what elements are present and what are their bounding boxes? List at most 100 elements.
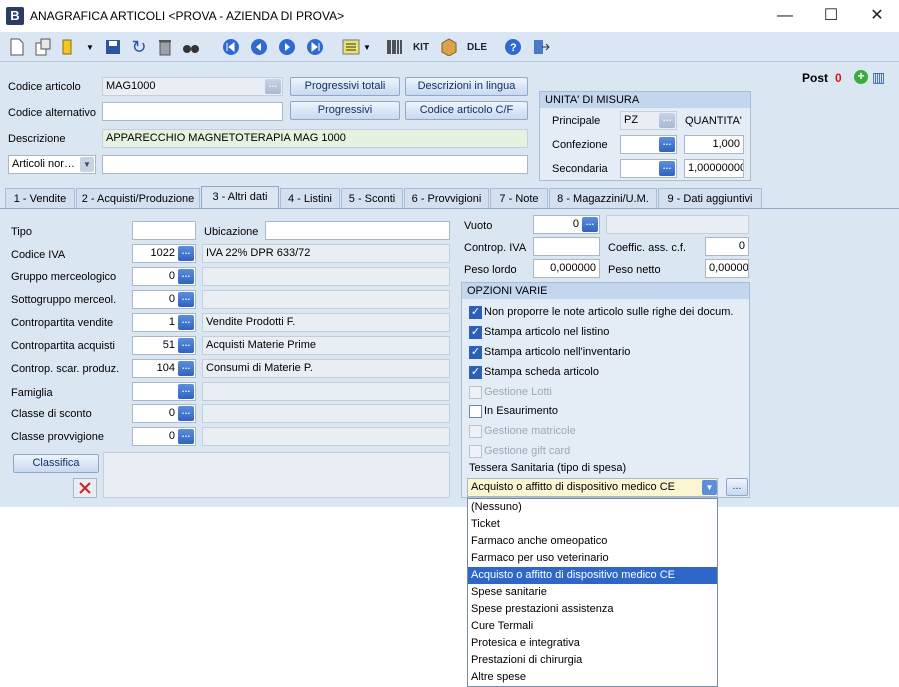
codice-alternativo-field[interactable] — [102, 102, 283, 121]
gruppo-merceologico-label: Gruppo merceologico — [11, 271, 117, 283]
dle-icon[interactable]: DLE — [466, 36, 488, 58]
package-icon[interactable] — [438, 36, 460, 58]
dropdown-option-farmaco[interactable]: Farmaco anche omeopatico — [468, 533, 717, 550]
open-folder-icon[interactable] — [58, 36, 80, 58]
stampa-scheda-checkbox[interactable]: ✓ — [469, 366, 482, 379]
close-button[interactable]: ✕ — [854, 0, 899, 32]
contropartita-acquisti-lookup-icon[interactable]: … — [178, 338, 194, 353]
kit-icon[interactable]: KIT — [410, 36, 432, 58]
post-label: Post — [802, 71, 829, 85]
save-icon[interactable] — [102, 36, 124, 58]
codice-iva-lookup-icon[interactable]: … — [178, 246, 194, 261]
stampa-listino-label: Stampa articolo nel listino — [484, 326, 610, 338]
last-record-icon[interactable] — [304, 36, 326, 58]
controp-scar-produz-label: Controp. scar. produz. — [11, 363, 120, 375]
tessera-sanitaria-select[interactable]: Acquisto o affitto di dispositivo medico… — [467, 478, 718, 497]
stampa-inventario-checkbox[interactable]: ✓ — [469, 346, 482, 359]
in-esaurimento-checkbox[interactable] — [469, 405, 482, 418]
vuoto-label: Vuoto — [464, 220, 493, 232]
undo-icon[interactable]: ↻ — [128, 36, 150, 58]
list-view-icon[interactable] — [340, 36, 362, 58]
next-record-icon[interactable] — [276, 36, 298, 58]
first-record-icon[interactable] — [220, 36, 242, 58]
controp-iva-field[interactable] — [533, 237, 600, 256]
descrizione-field[interactable]: APPARECCHIO MAGNETOTERAPIA MAG 1000 — [102, 129, 528, 148]
codice-articolo-cf-button[interactable]: Codice articolo C/F — [405, 101, 528, 120]
tab-altri-dati[interactable]: 3 - Altri dati — [201, 186, 279, 208]
controp-scar-produz-lookup-icon[interactable]: … — [178, 361, 194, 376]
dropdown-option-ticket[interactable]: Ticket — [468, 516, 717, 533]
classe-sconto-lookup-icon[interactable]: … — [178, 406, 194, 421]
coeff-field[interactable]: 0 — [705, 237, 749, 256]
svg-text:?: ? — [510, 42, 517, 54]
tessera-chevron-down-icon[interactable]: ▼ — [702, 480, 717, 495]
progressivi-button[interactable]: Progressivi — [290, 101, 400, 120]
tab-note[interactable]: 7 - Note — [490, 188, 548, 208]
non-proporre-note-checkbox[interactable]: ✓ — [469, 306, 482, 319]
window-title: ANAGRAFICA ARTICOLI <PROVA - AZIENDA DI … — [30, 9, 345, 23]
tab-acquisti-produzione[interactable]: 2 - Acquisti/Produzione — [76, 188, 200, 208]
sottogruppo-lookup-icon[interactable]: … — [178, 292, 194, 307]
clear-classifica-icon[interactable] — [73, 478, 97, 498]
help-icon[interactable]: ? — [502, 36, 524, 58]
delete-icon[interactable] — [154, 36, 176, 58]
dropdown-option-spese-sanitarie[interactable]: Spese sanitarie — [468, 584, 717, 601]
barcode-icon[interactable] — [384, 36, 406, 58]
dropdown-arrow-icon[interactable]: ▼ — [84, 36, 96, 58]
tab-magazzini-um[interactable]: 8 - Magazzini/U.M. — [549, 188, 657, 208]
dropdown-option-nessuno[interactable]: (Nessuno) — [468, 499, 717, 516]
ubicazione-label: Ubicazione — [204, 226, 259, 238]
codice-iva-label: Codice IVA — [11, 249, 66, 261]
dropdown-option-cure-termali[interactable]: Cure Termali — [468, 618, 717, 635]
secondaria-lookup-icon[interactable]: … — [659, 161, 675, 176]
gruppo-merceologico-lookup-icon[interactable]: … — [178, 269, 194, 284]
classifica-button[interactable]: Classifica — [13, 454, 99, 473]
opzioni-varie-title: OPZIONI VARIE — [462, 283, 749, 299]
contropartita-vendite-lookup-icon[interactable]: … — [178, 315, 194, 330]
tab-dati-aggiuntivi[interactable]: 9 - Dati aggiuntivi — [658, 188, 762, 208]
dropdown-option-dispositivo-medico[interactable]: Acquisto o affitto di dispositivo medico… — [468, 567, 717, 584]
dropdown-option-chirurgia[interactable]: Prestazioni di chirurgia — [468, 652, 717, 669]
new-document-icon[interactable] — [6, 36, 28, 58]
tab-vendite[interactable]: 1 - Vendite — [5, 188, 75, 208]
vuoto-lookup-icon[interactable]: … — [582, 217, 598, 232]
codice-articolo-field[interactable]: MAG1000 — [102, 77, 283, 96]
dropdown-option-prestazioni-assistenza[interactable]: Spese prestazioni assistenza — [468, 601, 717, 618]
dropdown-option-altre-spese[interactable]: Altre spese — [468, 669, 717, 686]
famiglia-lookup-icon[interactable]: … — [178, 384, 194, 399]
add-post-icon[interactable]: + — [854, 70, 868, 84]
ubicazione-field[interactable] — [265, 221, 450, 240]
tab-provvigioni[interactable]: 6 - Provvigioni — [404, 188, 489, 208]
classe-provvigione-lookup-icon[interactable]: … — [178, 429, 194, 444]
descrizioni-lingua-button[interactable]: Descrizioni in lingua — [405, 77, 528, 96]
exit-icon[interactable] — [530, 36, 552, 58]
peso-netto-field[interactable]: 0,00000 — [705, 259, 749, 278]
stampa-listino-checkbox[interactable]: ✓ — [469, 326, 482, 339]
tab-listini[interactable]: 4 - Listini — [280, 188, 340, 208]
tessera-dropdown-list: (Nessuno) Ticket Farmaco anche omeopatic… — [467, 498, 718, 687]
principale-lookup-icon[interactable]: … — [659, 113, 675, 128]
duplicate-icon[interactable] — [32, 36, 54, 58]
confezione-lookup-icon[interactable]: … — [659, 137, 675, 152]
tessera-more-button[interactable]: ... — [726, 478, 748, 496]
maximize-button[interactable]: ☐ — [808, 0, 854, 32]
book-icon[interactable]: ▥ — [872, 70, 890, 84]
dropdown-option-farmaco-veterinario[interactable]: Farmaco per uso veterinario — [468, 550, 717, 567]
confezione-qty-field[interactable]: 1,000 — [684, 135, 744, 154]
view-dropdown-icon[interactable]: ▼ — [362, 36, 372, 58]
search-binoculars-icon[interactable] — [180, 36, 202, 58]
minimize-button[interactable]: — — [762, 0, 808, 32]
articoli-chevron-down-icon[interactable]: ▼ — [80, 157, 94, 172]
tipo-label: Tipo — [11, 226, 32, 238]
dropdown-option-protesica[interactable]: Protesica e integrativa — [468, 635, 717, 652]
peso-lordo-field[interactable]: 0,000000 — [533, 259, 600, 278]
codice-articolo-lookup-icon[interactable]: … — [265, 79, 281, 94]
stampa-scheda-label: Stampa scheda articolo — [484, 366, 599, 378]
principale-label: Principale — [552, 115, 601, 127]
articoli-field[interactable] — [102, 155, 528, 174]
tab-sconti[interactable]: 5 - Sconti — [341, 188, 403, 208]
previous-record-icon[interactable] — [248, 36, 270, 58]
progressivi-totali-button[interactable]: Progressivi totali — [290, 77, 400, 96]
secondaria-qty-field[interactable]: 1,00000000 — [684, 159, 744, 178]
tipo-field[interactable] — [132, 221, 196, 240]
